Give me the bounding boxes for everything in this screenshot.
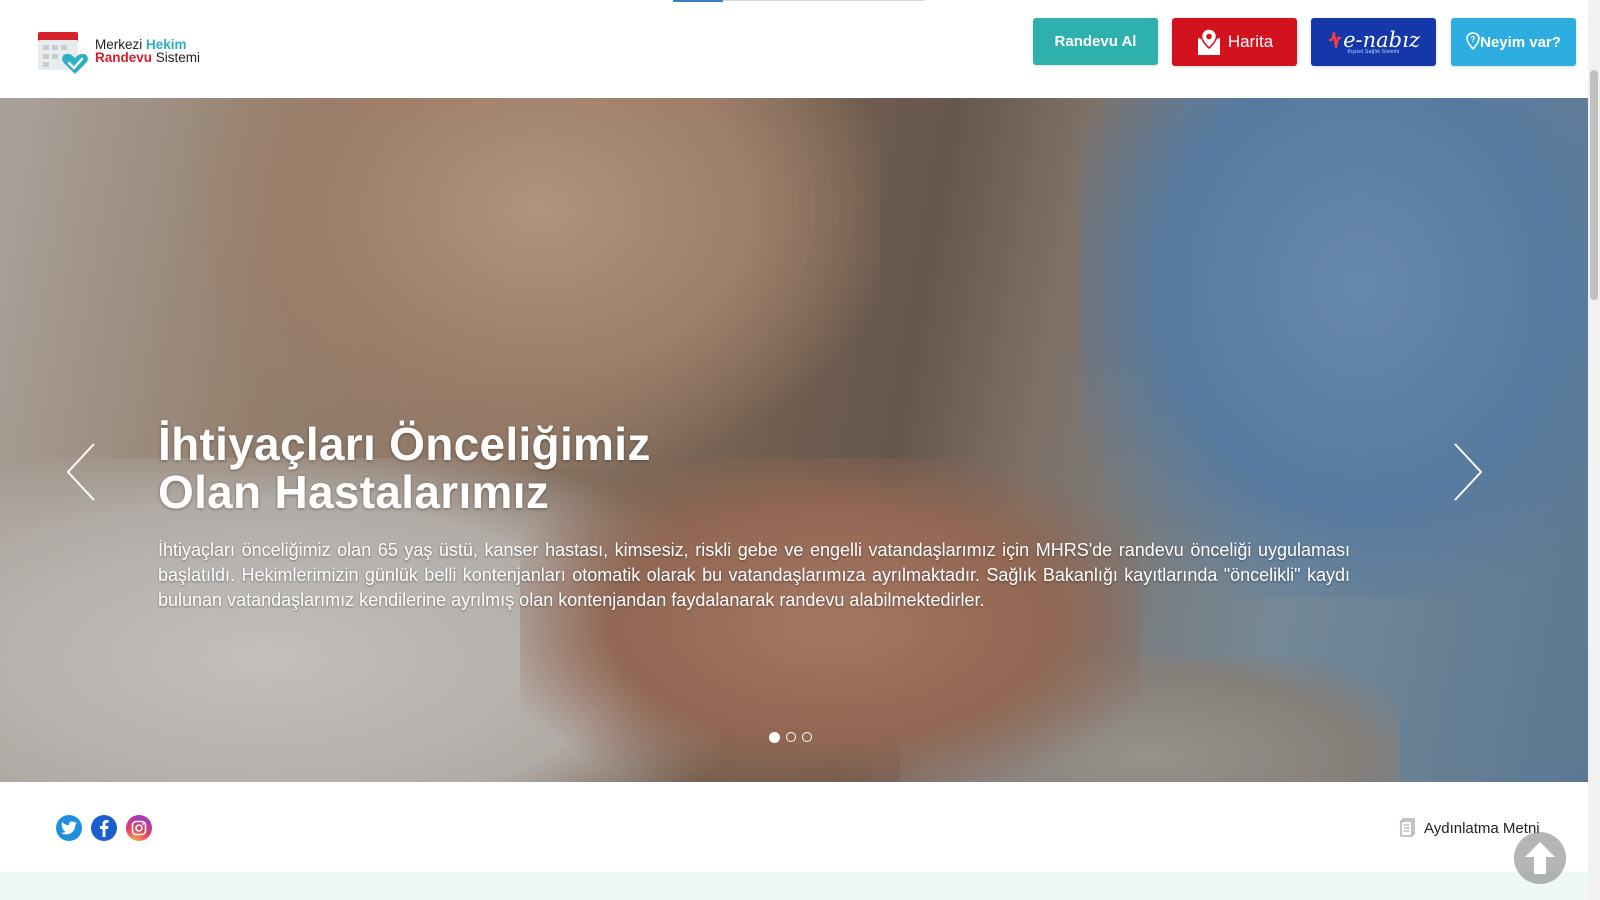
svg-text:?: ? <box>1471 35 1476 44</box>
instagram-icon <box>131 820 147 836</box>
harita-label: Harita <box>1227 32 1274 51</box>
slider-dot-1[interactable] <box>769 731 780 743</box>
logo-word-randevu: Randevu <box>95 50 153 65</box>
site-logo[interactable]: Merkezi Hekim Randevu Sistemi <box>36 30 216 76</box>
calendar-heart-icon <box>38 32 88 74</box>
enabiz-button[interactable]: e-nabız Kişisel Sağlık Sistemi <box>1311 18 1436 66</box>
top-tab-rest[interactable] <box>723 0 925 1</box>
facebook-link[interactable] <box>91 815 117 841</box>
twitter-icon <box>61 821 77 835</box>
slider-prev-button[interactable] <box>62 440 102 504</box>
question-pin-icon: ? <box>1466 32 1480 51</box>
slide-description: İhtiyaçları önceliğimiz olan 65 yaş üstü… <box>158 540 1350 610</box>
slide-title-line1: İhtiyaçları Önceliğimiz <box>158 418 651 470</box>
scrollbar-thumb[interactable] <box>1590 70 1598 300</box>
harita-button[interactable]: Harita <box>1172 18 1297 66</box>
document-icon <box>1400 818 1415 837</box>
arrow-up-icon <box>1525 842 1555 874</box>
scroll-to-top-button[interactable] <box>1514 832 1566 884</box>
top-tab-active[interactable] <box>673 0 723 2</box>
randevu-al-button[interactable]: Randevu Al <box>1033 18 1158 65</box>
top-tab-indicator <box>673 0 925 2</box>
slider-next-button[interactable] <box>1447 440 1487 504</box>
slider-indicators <box>769 731 812 743</box>
map-pin-icon <box>1197 28 1220 55</box>
neyim-var-label: Neyim var? <box>1480 33 1561 51</box>
aydinlatma-metni-link[interactable]: Aydınlatma Metni <box>1400 815 1540 841</box>
logo-word-sistemi: Sistemi <box>155 50 201 65</box>
twitter-link[interactable] <box>56 815 82 841</box>
neyim-var-button[interactable]: ? Neyim var? <box>1451 18 1576 66</box>
slide-title-line2: Olan Hastalarımız <box>158 466 550 518</box>
hero-slider: İhtiyaçları Önceliğimiz Olan Hastalarımı… <box>0 98 1588 782</box>
slider-dot-3[interactable] <box>802 732 812 742</box>
aydinlatma-metni-label: Aydınlatma Metni <box>1424 819 1540 837</box>
chevron-right-icon <box>1454 443 1483 501</box>
social-bar <box>0 782 1588 872</box>
vertical-scrollbar[interactable] <box>1588 0 1600 900</box>
facebook-icon <box>100 820 109 837</box>
header: Merkezi Hekim Randevu Sistemi Randevu Al… <box>0 0 1588 98</box>
enabiz-label: e-nabız <box>1343 28 1420 52</box>
logo-text: Merkezi Hekim Randevu Sistemi <box>95 38 201 65</box>
enabiz-sublabel: Kişisel Sağlık Sistemi <box>1347 49 1400 55</box>
slide-title: İhtiyaçları Önceliğimiz Olan Hastalarımı… <box>158 420 858 516</box>
instagram-link[interactable] <box>126 815 152 841</box>
slider-dot-2[interactable] <box>786 732 796 742</box>
heartbeat-icon <box>1329 31 1342 49</box>
chevron-left-icon <box>66 443 95 501</box>
randevu-al-label: Randevu Al <box>1054 33 1137 50</box>
enabiz-logo: e-nabız Kişisel Sağlık Sistemi <box>1327 29 1420 55</box>
bottom-strip <box>0 872 1588 900</box>
